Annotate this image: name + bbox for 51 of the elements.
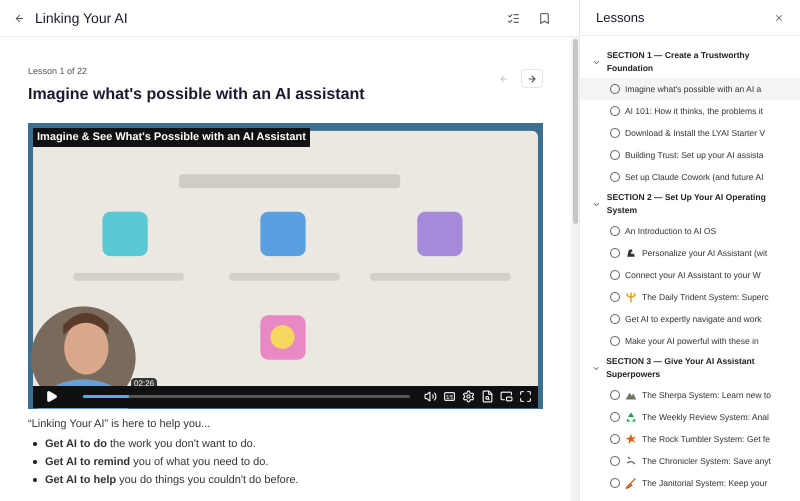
bullet-icon [33, 460, 37, 464]
lesson-item[interactable]: The Janitorial System: Keep your [580, 472, 800, 494]
burst-icon [625, 433, 637, 445]
lesson-item[interactable]: Download & Install the LYAI Starter V [580, 122, 800, 144]
fullscreen-icon[interactable] [519, 390, 532, 403]
recycle-icon [625, 411, 637, 423]
bullet-icon [33, 478, 37, 482]
bookmark-icon[interactable] [538, 12, 551, 24]
next-button[interactable] [521, 69, 543, 88]
captions-icon[interactable] [443, 390, 456, 403]
lesson-item[interactable]: Get AI to expertly navigate and work [580, 308, 800, 330]
broom-icon [625, 477, 637, 489]
arrow-left-icon [499, 74, 509, 84]
play-icon [44, 390, 58, 403]
lesson-item[interactable]: Personalize your AI Assistant (wit [580, 242, 800, 264]
back-icon[interactable] [14, 12, 25, 24]
lesson-item[interactable]: The Rock Tumbler System: Get fe [580, 428, 800, 450]
volume-icon[interactable] [424, 390, 437, 403]
lesson-item[interactable]: The Chronicler System: Save anyt [580, 450, 800, 472]
progress-track[interactable] [83, 395, 410, 398]
lesson-item[interactable]: An Introduction to AI OS [580, 220, 800, 242]
bullet-text: Get AI to do the work you don't want to do. [45, 436, 256, 450]
scrollbar[interactable] [571, 37, 579, 501]
bullet-icon [33, 442, 37, 446]
bullet-text: Get AI to help you do things you couldn't do before. [45, 472, 299, 486]
lesson-item[interactable]: The Daily Trident System: Superc [580, 286, 800, 308]
transcript-icon[interactable] [481, 390, 494, 403]
video-title: Imagine & See What's Possible with an AI Assistant [33, 128, 310, 146]
trident-icon [625, 291, 637, 303]
outline-icon[interactable] [507, 12, 520, 24]
lesson-item[interactable]: Make your AI powerful with these in [580, 330, 800, 352]
bullet-text: Get AI to remind you of what you need to do. [45, 454, 268, 468]
picture-in-picture-icon[interactable] [500, 390, 513, 403]
lesson-item[interactable]: Connect your AI Assistant to your W [580, 264, 800, 286]
course-title: Linking Your AI [35, 8, 129, 28]
intro-text: “Linking Your AI” is here to help you... [28, 416, 212, 430]
lesson-counter: Lesson 1 of 22 [28, 65, 88, 78]
section-header[interactable]: SECTION 1 — Create a Trustworthy Foundation [580, 46, 800, 78]
lesson-title: Imagine what's possible with an AI assistant [28, 84, 366, 104]
section-header[interactable]: SECTION 2 — Set Up Your AI Operating System [580, 188, 800, 220]
lesson-item[interactable]: Set up Claude Cowork (and future AI [580, 166, 800, 188]
arrow-right-icon [527, 74, 537, 84]
settings-icon[interactable] [462, 390, 475, 403]
section-header[interactable]: SECTION 3 — Give Your AI Assistant Superpowers [580, 352, 800, 384]
lesson-item[interactable]: The Sherpa System: Learn new to [580, 384, 800, 406]
lesson-item[interactable]: AI 101: How it thinks, the problems it [580, 100, 800, 122]
lesson-item[interactable]: Building Trust: Set up your AI assista [580, 144, 800, 166]
lesson-item[interactable]: The Weekly Review System: Anal [580, 406, 800, 428]
sidebar-title: Lessons [596, 8, 644, 27]
lesson-item[interactable]: Imagine what's possible with an AI a [580, 78, 800, 100]
close-icon[interactable] [774, 12, 784, 22]
